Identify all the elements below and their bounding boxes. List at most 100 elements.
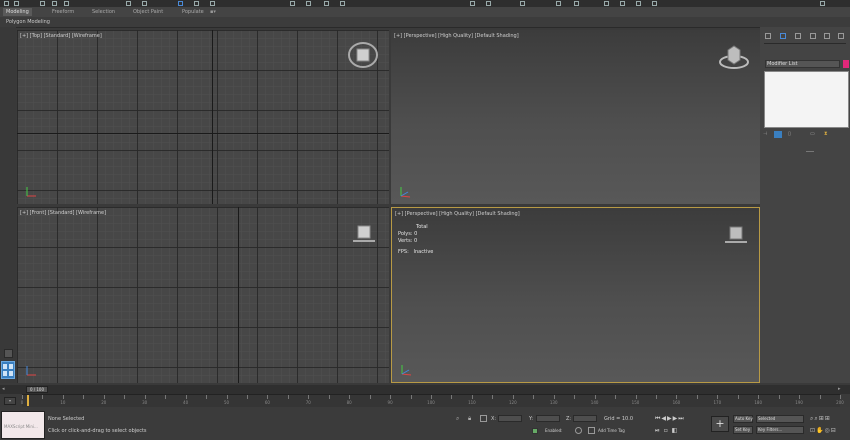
key-selection-dropdown[interactable]: Selected <box>756 415 804 423</box>
schematic-view-icon[interactable] <box>574 1 579 6</box>
timeline-tick <box>287 395 289 399</box>
timeline-tick-label: 200 <box>836 400 844 405</box>
trackbar[interactable]: 0 10 20 30 40 50 60 70 80 90 100 110 120 130 140 150 160… <box>21 394 844 407</box>
percent-snap-icon[interactable] <box>324 1 329 6</box>
viewport-front[interactable]: [+] [Front] [Standard] [Wireframe] <box>17 207 389 383</box>
viewcube-icon[interactable] <box>725 224 747 244</box>
time-cursor[interactable] <box>27 395 29 406</box>
modifier-stack[interactable] <box>764 71 849 128</box>
time-tag-icon[interactable] <box>588 427 595 434</box>
key-filters-button[interactable]: Key Filters... <box>756 426 804 434</box>
mirror-icon[interactable] <box>470 1 475 6</box>
viewport-top[interactable]: [+] [Top] [Standard] [Wireframe] <box>17 30 389 204</box>
material-editor-icon[interactable] <box>604 1 609 6</box>
viewport-layouts-button[interactable] <box>1 361 15 379</box>
axis-tripod-icon <box>401 365 412 376</box>
ribbon-options-icon[interactable]: ▪▾ <box>210 9 216 15</box>
redo-icon[interactable] <box>14 1 19 6</box>
link-icon[interactable] <box>40 1 45 6</box>
undo-icon[interactable] <box>4 1 9 6</box>
unlink-icon[interactable] <box>52 1 57 6</box>
slider-prev-icon[interactable]: ◂ <box>2 386 9 393</box>
viewport-nav-orbit-icons[interactable]: ⊡✋◎⊟ <box>810 427 837 434</box>
slider-next-icon[interactable]: ▸ <box>838 386 845 393</box>
mini-curve-editor-toggle[interactable]: ▾ <box>4 397 16 405</box>
motion-tab-icon[interactable] <box>810 33 816 39</box>
playback-controls[interactable]: ⏮◀▶▶⏭ <box>655 415 685 423</box>
tab-populate[interactable]: Populate <box>182 9 204 15</box>
utilities-tab-icon[interactable] <box>838 33 844 39</box>
viewport-label[interactable]: [+] [Perspective] [High Quality] [Defaul… <box>394 33 519 39</box>
set-key-big-button[interactable]: + <box>711 416 729 432</box>
curve-editor-icon[interactable] <box>556 1 561 6</box>
viewport-layout-toggle[interactable] <box>4 349 13 358</box>
adaptive-degradation-icon[interactable] <box>532 428 538 434</box>
render-icon[interactable] <box>652 1 657 6</box>
tab-modeling[interactable]: Modeling <box>3 8 32 16</box>
selection-lock-icon[interactable]: 🔒︎ <box>468 415 471 423</box>
timeline-tick <box>83 395 85 399</box>
viewport-label[interactable]: [+] [Top] [Standard] [Wireframe] <box>20 33 102 39</box>
set-key-button[interactable]: Set Key <box>733 426 753 434</box>
show-end-result-icon[interactable] <box>774 131 782 138</box>
object-color-swatch[interactable] <box>843 60 849 68</box>
select-rotate-icon[interactable] <box>194 1 199 6</box>
spinner-snap-icon[interactable] <box>340 1 345 6</box>
key-mode-controls[interactable]: ⏯ ▫ ◧ <box>655 427 678 435</box>
hierarchy-tab-icon[interactable] <box>795 33 801 39</box>
pin-stack-icon[interactable]: ⊣ <box>763 131 767 137</box>
timeline-tick <box>655 395 657 399</box>
stats-header: Total <box>416 224 428 230</box>
add-time-tag[interactable]: Add Time Tag <box>598 428 625 433</box>
time-slider[interactable]: ◂ 0 / 100 ▸ <box>0 385 850 394</box>
viewcube-icon[interactable] <box>346 40 380 70</box>
viewport-label[interactable]: [+] [Perspective] [High Quality] [Defaul… <box>395 211 520 217</box>
remove-modifier-icon[interactable]: ▭ <box>810 131 815 137</box>
create-tab-icon[interactable] <box>765 33 771 39</box>
frame-counter[interactable]: 0 / 100 <box>26 386 48 393</box>
render-frame-icon[interactable] <box>636 1 641 6</box>
viewport-nav-zoom-icons[interactable]: ⌕⌕⊞⊞ <box>810 415 831 423</box>
tab-selection[interactable]: Selection <box>92 9 115 15</box>
scene-statistics: Total Polys: 0 Verts: 0 FPS: Inactive <box>398 224 433 256</box>
make-unique-icon[interactable]: ▯ <box>788 131 791 137</box>
z-coordinate-field[interactable] <box>573 415 597 422</box>
selection-status: None Selected <box>48 416 85 422</box>
viewcube-icon[interactable] <box>717 42 751 72</box>
timeline-tick <box>451 395 453 399</box>
viewport-perspective-active[interactable]: [+] [Perspective] [High Quality] [Defaul… <box>391 207 760 383</box>
render-setup-icon[interactable] <box>620 1 625 6</box>
tab-object-paint[interactable]: Object Paint <box>133 9 163 15</box>
viewport-label[interactable]: [+] [Front] [Standard] [Wireframe] <box>20 210 106 216</box>
timeline-tick-label: 40 <box>183 400 189 405</box>
viewport-perspective[interactable]: [+] [Perspective] [High Quality] [Defaul… <box>391 30 760 204</box>
tab-freeform[interactable]: Freeform <box>52 9 74 15</box>
absolute-mode-icon[interactable] <box>480 415 487 422</box>
display-tab-icon[interactable] <box>824 33 830 39</box>
modify-tab-icon[interactable] <box>780 33 786 39</box>
select-scale-icon[interactable] <box>210 1 215 6</box>
auto-key-button[interactable]: Auto Key <box>733 415 753 423</box>
y-coordinate-field[interactable] <box>536 415 560 422</box>
select-move-icon[interactable] <box>178 1 183 6</box>
timeline-tick <box>492 395 494 399</box>
select-object-icon[interactable] <box>126 1 131 6</box>
rollout-handle[interactable] <box>806 151 814 152</box>
enable-toggle-icon[interactable] <box>575 427 582 434</box>
timeline-tick <box>758 395 760 399</box>
align-icon[interactable] <box>486 1 491 6</box>
angle-snap-icon[interactable] <box>306 1 311 6</box>
viewcube-icon[interactable] <box>353 223 375 243</box>
bind-spacewarp-icon[interactable] <box>64 1 69 6</box>
modifier-list-dropdown[interactable]: Modifier List <box>765 60 840 68</box>
scene-explorer-icon[interactable] <box>520 1 525 6</box>
configure-modifier-sets-icon[interactable]: ⧗ <box>824 131 828 137</box>
polygon-modeling-label[interactable]: Polygon Modeling <box>6 19 50 25</box>
isolate-selection-icon[interactable]: ⌕ <box>456 415 459 423</box>
select-by-name-icon[interactable] <box>142 1 147 6</box>
maxscript-listener[interactable]: MAXScript Mini... <box>1 411 45 439</box>
x-coordinate-field[interactable] <box>498 415 522 422</box>
workspace-icon[interactable] <box>820 1 825 6</box>
snaps-toggle-icon[interactable] <box>290 1 295 6</box>
timeline-tick <box>717 395 719 399</box>
